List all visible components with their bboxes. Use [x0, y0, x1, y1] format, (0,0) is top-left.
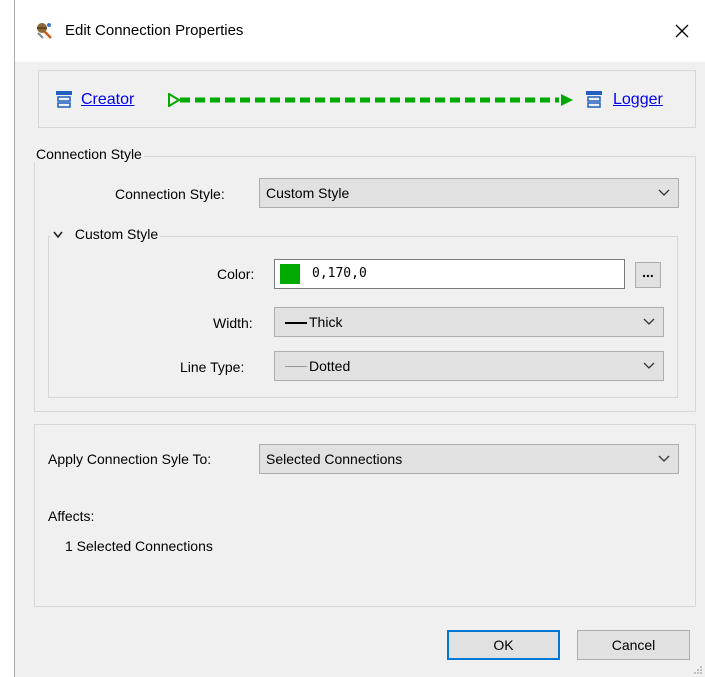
close-icon: [675, 24, 689, 38]
line-type-label: Line Type:: [180, 359, 245, 375]
width-value: Thick: [309, 314, 343, 330]
ok-button[interactable]: OK: [447, 630, 560, 660]
connection-style-value: Custom Style: [266, 185, 350, 201]
chevron-down-icon: [658, 455, 670, 462]
color-label: Color:: [217, 266, 255, 282]
connection-style-select[interactable]: Custom Style: [259, 178, 679, 208]
chevron-down-icon: [658, 189, 670, 196]
chevron-down-icon: [53, 231, 63, 239]
line-type-value: Dotted: [309, 358, 351, 374]
transformer-icon: [56, 91, 72, 108]
color-field[interactable]: 0,170,0: [274, 259, 625, 289]
line-type-select[interactable]: Dotted: [274, 351, 664, 381]
connection-style-label: Connection Style:: [115, 186, 225, 202]
chevron-down-icon: [643, 318, 655, 325]
width-label: Width:: [213, 315, 253, 331]
width-select[interactable]: Thick: [274, 307, 664, 337]
apply-to-label: Apply Connection Syle To:: [48, 451, 212, 467]
target-node-link[interactable]: Logger: [613, 91, 663, 109]
thick-line-sample: [285, 322, 307, 324]
color-value: 0,170,0: [312, 266, 367, 281]
custom-style-toggle[interactable]: Custom Style: [51, 226, 161, 242]
dotted-line-sample: [285, 366, 307, 367]
source-node-link[interactable]: Creator: [81, 91, 134, 109]
color-swatch: [280, 264, 300, 284]
connection-line: [168, 93, 573, 107]
title-bar: Edit Connection Properties: [15, 0, 705, 62]
apply-to-select[interactable]: Selected Connections: [259, 444, 679, 474]
resize-grip-icon[interactable]: [693, 665, 703, 675]
apply-to-value: Selected Connections: [266, 451, 403, 467]
affects-value: 1 Selected Connections: [65, 538, 213, 554]
close-button[interactable]: [659, 0, 705, 62]
custom-style-title: Custom Style: [74, 226, 159, 242]
cancel-button[interactable]: Cancel: [577, 630, 690, 660]
connection-style-group-title: Connection Style: [34, 146, 144, 162]
connection-preview: Creator Logger: [38, 70, 696, 128]
fme-wizard-icon: [37, 23, 52, 39]
edit-connection-dialog: Edit Connection Properties Creator Logge…: [14, 0, 705, 677]
window-title: Edit Connection Properties: [65, 22, 244, 39]
affects-label: Affects:: [48, 508, 95, 524]
transformer-icon: [586, 91, 602, 108]
color-browse-button[interactable]: ...: [635, 262, 661, 288]
chevron-down-icon: [643, 362, 655, 369]
